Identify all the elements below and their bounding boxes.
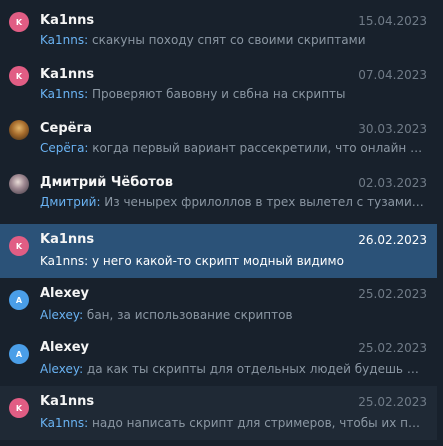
avatar: K [9,236,29,256]
message-sender: Ka1nns [40,254,85,268]
message-text: у него какой-то скрипт модный видимо [91,254,344,268]
message-sender: Ka1nns [40,87,85,101]
chat-date: 15.04.2023 [358,14,427,28]
message-text: когда первый вариант рассекретили, что о… [92,141,425,155]
message-preview: Серёга: когда первый вариант рассекретил… [40,141,425,155]
avatar [9,174,29,194]
chat-item-selected[interactable]: K Ka1nns 26.02.2023 Ka1nns: у него какой… [0,224,437,278]
chat-date: 30.03.2023 [358,122,427,136]
avatar: K [9,12,29,32]
chat-item[interactable]: A Alexey 25.02.2023 Alexey: да как ты ск… [0,332,437,386]
chat-item[interactable]: A Alexey 25.02.2023 Alexey: бан, за испо… [0,278,437,332]
chat-name: Дмитрий Чёботов [40,175,173,190]
chat-date: 25.02.2023 [358,341,427,355]
chat-date: 07.04.2023 [358,68,427,82]
avatar: A [9,290,29,310]
chat-item[interactable]: K Ka1nns 07.04.2023 Ka1nns: Проверяют ба… [0,54,437,108]
chat-item[interactable]: Серёга 30.03.2023 Серёга: когда первый в… [0,108,437,162]
chat-name: Alexey [40,286,90,301]
chat-name: Серёга [40,121,93,136]
message-preview: Ka1nns: скакуны походу спят со своими ск… [40,33,366,47]
scrollbar[interactable] [439,0,442,446]
message-sender: Дмитрий [40,195,97,209]
message-text: надо написать скрипт для стримеров, чтоб… [91,416,425,430]
chat-date: 25.02.2023 [358,287,427,301]
chat-date: 26.02.2023 [358,233,427,247]
chat-item[interactable]: K Ka1nns 25.02.2023 Ka1nns: надо написат… [0,386,437,440]
chat-name: Alexey [40,340,90,355]
message-sender: Серёга [40,141,85,155]
avatar [9,120,29,140]
chat-name: Ka1nns [40,232,95,247]
message-preview: Ka1nns: Проверяют бавовну и свбна на скр… [40,87,346,101]
avatar: A [9,344,29,364]
chat-list: K Ka1nns 15.04.2023 Ka1nns: скакуны похо… [0,0,443,446]
message-text: бан, за использование скриптов [86,308,293,322]
avatar: K [9,398,29,418]
chat-item[interactable]: K Ka1nns 15.04.2023 Ka1nns: скакуны похо… [0,0,437,54]
chat-item[interactable]: Дмитрий Чёботов 02.03.2023 Дмитрий: Из ч… [0,162,437,216]
message-text: скакуны походу спят со своими скриптами [91,33,366,47]
message-sender: Alexey [40,362,80,376]
chat-date: 02.03.2023 [358,176,427,190]
message-text: Из ченырех фрилоллов в трех вылетел с ту… [104,195,425,209]
chat-name: Ka1nns [40,13,95,28]
message-preview: Alexey: да как ты скрипты для отдельных … [40,362,425,376]
message-text: да как ты скрипты для отдельных людей бу… [86,362,425,376]
message-sender: Alexey [40,308,80,322]
message-preview: Alexey: бан, за использование скриптов [40,308,293,322]
avatar: K [9,66,29,86]
message-sender: Ka1nns [40,33,85,47]
message-preview: Ka1nns: у него какой-то скрипт модный ви… [40,254,344,268]
message-text: Проверяют бавовну и свбна на скрипты [91,87,346,101]
message-preview: Дмитрий: Из ченырех фрилоллов в трех выл… [40,195,425,209]
chat-date: 25.02.2023 [358,395,427,409]
message-sender: Ka1nns [40,416,85,430]
message-preview: Ka1nns: надо написать скрипт для стример… [40,416,425,430]
chat-name: Ka1nns [40,67,95,82]
chat-name: Ka1nns [40,394,95,409]
